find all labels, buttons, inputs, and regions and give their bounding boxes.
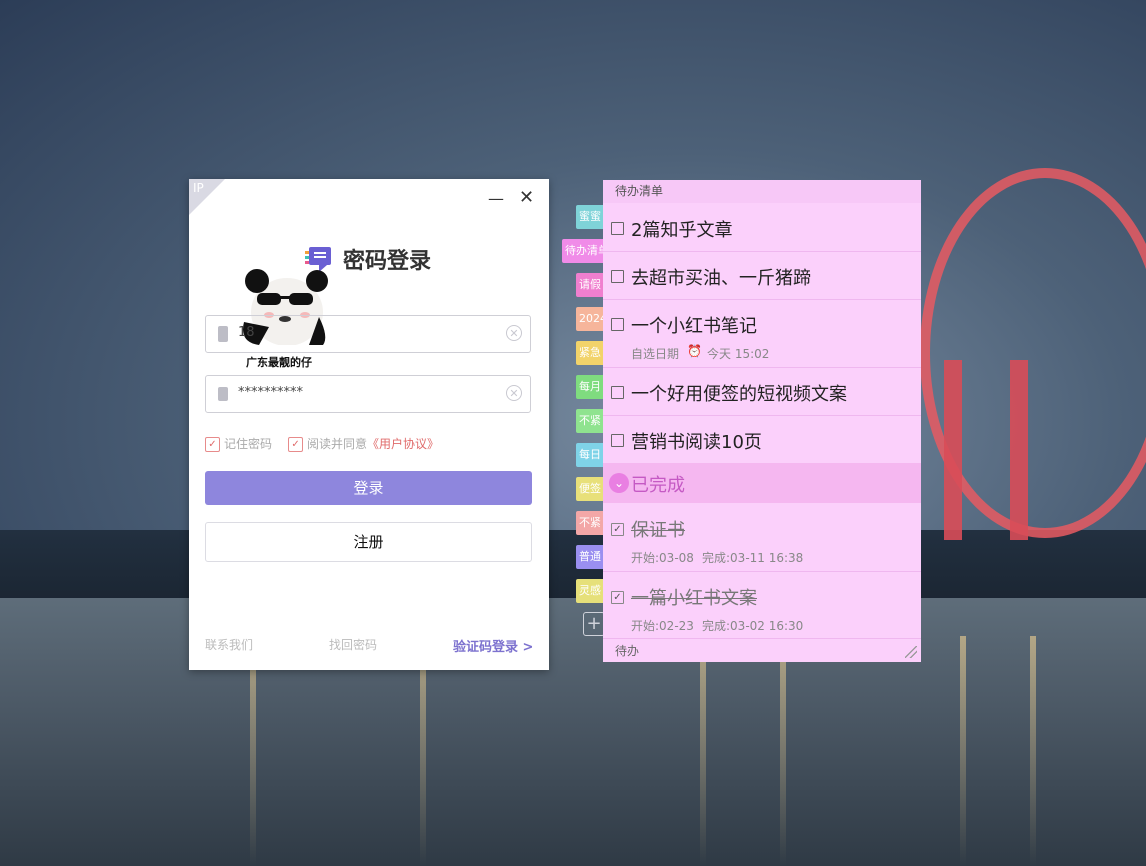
user-agreement-link[interactable]: 《用户协议》 bbox=[367, 437, 439, 451]
checkmark-icon: ✓ bbox=[288, 437, 304, 452]
add-tab-button[interactable]: + bbox=[583, 612, 605, 636]
completed-item-text: 一篇小红书文案 bbox=[631, 588, 757, 609]
completed-item-text: 保证书 bbox=[631, 520, 685, 541]
todo-checkbox[interactable] bbox=[611, 386, 624, 399]
resize-grip-icon[interactable] bbox=[905, 646, 917, 658]
todo-checkbox-checked[interactable]: ✓ bbox=[611, 523, 624, 536]
contact-us-link[interactable]: 联系我们 bbox=[205, 636, 253, 653]
password-value: ********** bbox=[238, 385, 303, 400]
login-title: 密码登录 bbox=[343, 249, 432, 274]
todo-checkbox-checked[interactable]: ✓ bbox=[611, 591, 624, 604]
clear-account-icon[interactable]: ✕ bbox=[506, 325, 522, 341]
chevron-down-icon: ⌄ bbox=[609, 473, 629, 493]
todo-item[interactable]: 去超市买油、一斤猪蹄 bbox=[603, 252, 921, 300]
todo-date-label[interactable]: 自选日期 bbox=[631, 345, 679, 362]
todo-item[interactable]: 2篇知乎文章 bbox=[603, 204, 921, 252]
alarm-clock-icon: ⏰ bbox=[687, 344, 702, 358]
login-window: IP — ✕ 密码登录 广东最靓的仔 18 ✕ ********** ✕ ✓ 记… bbox=[189, 179, 549, 670]
forgot-password-link[interactable]: 找回密码 bbox=[329, 636, 377, 653]
phone-icon bbox=[218, 326, 228, 342]
minimize-button[interactable]: — bbox=[488, 189, 504, 208]
remember-password-label: 记住密码 bbox=[224, 437, 273, 451]
todo-title: 待办清单 bbox=[603, 180, 921, 203]
completed-item[interactable]: ✓ 一篇小红书文案 开始:02-23 完成:03-02 16:30 bbox=[603, 572, 921, 639]
agree-terms-checkbox[interactable]: ✓ 阅读并同意《用户协议》 bbox=[288, 435, 439, 452]
todo-item[interactable]: 一个小红书笔记 自选日期 ⏰ 今天 15:02 bbox=[603, 300, 921, 368]
remember-password-checkbox[interactable]: ✓ 记住密码 bbox=[205, 435, 272, 452]
completed-item-start: 开始:03-08 bbox=[631, 551, 694, 565]
todo-window: 待办清单 2篇知乎文章 去超市买油、一斤猪蹄 一个小红书笔记 自选日期 ⏰ 今天… bbox=[603, 180, 921, 662]
panda-sticker-caption: 广东最靓的仔 bbox=[246, 356, 312, 369]
todo-checkbox[interactable] bbox=[611, 318, 624, 331]
agree-terms-label: 阅读并同意 bbox=[307, 437, 368, 451]
todo-item-text: 一个好用便签的短视频文案 bbox=[631, 384, 847, 405]
todo-checkbox[interactable] bbox=[611, 270, 624, 283]
todo-checkbox[interactable] bbox=[611, 434, 624, 447]
ip-corner-label: IP bbox=[193, 181, 204, 195]
ferris-wheel-leg bbox=[1010, 360, 1028, 540]
completed-item-finish: 完成:03-11 16:38 bbox=[702, 551, 804, 565]
todo-item-text: 营销书阅读10页 bbox=[631, 432, 762, 453]
todo-checkbox[interactable] bbox=[611, 222, 624, 235]
completed-item-finish: 完成:03-02 16:30 bbox=[702, 619, 804, 633]
clear-password-icon[interactable]: ✕ bbox=[506, 385, 522, 401]
close-button[interactable]: ✕ bbox=[519, 187, 534, 208]
wallpaper-water bbox=[0, 598, 1146, 866]
todo-alarm-time: 今天 15:02 bbox=[707, 347, 770, 361]
account-field[interactable]: 18 ✕ bbox=[205, 315, 531, 353]
lock-icon bbox=[218, 387, 228, 401]
completed-item[interactable]: ✓ 保证书 开始:03-08 完成:03-11 16:38 bbox=[603, 504, 921, 572]
completed-item-start: 开始:02-23 bbox=[631, 619, 694, 633]
todo-item-text: 2篇知乎文章 bbox=[631, 220, 733, 241]
login-button[interactable]: 登录 bbox=[205, 471, 532, 505]
todo-item[interactable]: 一个好用便签的短视频文案 bbox=[603, 368, 921, 416]
todo-item-text: 去超市买油、一斤猪蹄 bbox=[631, 268, 811, 289]
account-value: 18 bbox=[238, 325, 255, 340]
todo-footer-label: 待办 bbox=[615, 644, 640, 658]
completed-section-label: 已完成 bbox=[631, 475, 685, 496]
code-login-link[interactable]: 验证码登录 > bbox=[453, 636, 533, 655]
checkmark-icon: ✓ bbox=[205, 437, 220, 452]
ferris-wheel-leg bbox=[944, 360, 962, 540]
todo-item[interactable]: 营销书阅读10页 bbox=[603, 416, 921, 463]
password-field[interactable]: ********** ✕ bbox=[205, 375, 531, 413]
login-options: ✓ 记住密码 ✓ 阅读并同意《用户协议》 bbox=[205, 435, 439, 452]
todo-item-text: 一个小红书笔记 bbox=[631, 316, 757, 337]
register-button[interactable]: 注册 bbox=[205, 522, 532, 562]
wallpaper-skyline bbox=[0, 530, 1146, 600]
completed-section-toggle[interactable]: ⌄ 已完成 bbox=[603, 463, 921, 503]
